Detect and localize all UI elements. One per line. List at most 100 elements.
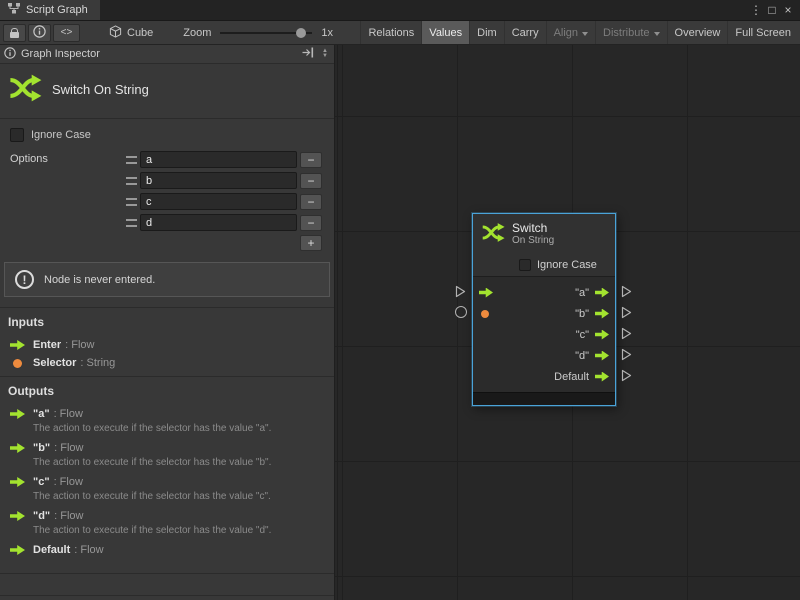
output-port-label: Default xyxy=(495,371,589,383)
remove-option-button[interactable]: − xyxy=(300,194,322,210)
flow-output-port[interactable] xyxy=(595,372,609,382)
port-marker-triangle[interactable] xyxy=(621,369,632,385)
node-subtitle: On String xyxy=(512,235,554,247)
scrollbar-down-icon[interactable]: ▼ xyxy=(322,54,328,59)
flow-output-port[interactable] xyxy=(595,351,609,361)
dock-icon[interactable] xyxy=(302,47,315,61)
option-row: − xyxy=(126,193,322,210)
toolbar-button-values[interactable]: Values xyxy=(421,21,469,44)
output-port-label: "b" xyxy=(495,308,589,320)
ignore-case-label: Ignore Case xyxy=(31,129,91,141)
ignore-case-checkbox[interactable] xyxy=(519,259,531,271)
inspector-toggle-button[interactable] xyxy=(28,24,51,42)
cube-icon xyxy=(109,25,122,41)
script-graph-icon xyxy=(8,3,20,17)
outputs-header: Outputs xyxy=(0,384,334,405)
remove-option-button[interactable]: − xyxy=(300,215,322,231)
remove-option-button[interactable]: − xyxy=(300,173,322,189)
port-marker-triangle[interactable] xyxy=(621,348,632,364)
port-row: "d" xyxy=(473,345,615,366)
main-area: Graph Inspector ▲ ▼ Switch On String xyxy=(0,45,800,600)
port-marker-triangle[interactable] xyxy=(455,285,466,301)
output-description: The action to execute if the selector ha… xyxy=(0,423,334,439)
toolbar-button-carry[interactable]: Carry xyxy=(504,21,546,44)
switch-node[interactable]: Switch On String Ignore Case "a" xyxy=(472,213,616,406)
port-marker-triangle[interactable] xyxy=(621,285,632,301)
ignore-case-checkbox[interactable] xyxy=(10,128,24,142)
tab-title: Script Graph xyxy=(26,4,88,16)
flow-output-port[interactable] xyxy=(595,288,609,298)
zoom-control: Zoom 1x xyxy=(178,27,338,39)
option-row: − xyxy=(126,214,322,231)
inspector-title: Graph Inspector xyxy=(21,48,100,60)
close-icon[interactable]: × xyxy=(780,3,796,17)
flow-arrow-icon xyxy=(10,477,25,487)
port-marker-circle[interactable] xyxy=(455,306,467,318)
node-title: Switch xyxy=(512,222,554,235)
lock-button[interactable] xyxy=(3,24,26,42)
output-row: "a": Flow xyxy=(0,405,334,423)
output-type: : Flow xyxy=(74,544,103,556)
output-type: : Flow xyxy=(54,476,83,488)
string-dot-icon xyxy=(13,359,22,368)
node-ports: "a" "b" "c" "d" xyxy=(473,277,615,392)
titlebar: Script Graph ⋮ □ × xyxy=(0,0,800,21)
ignore-case-label: Ignore Case xyxy=(537,259,597,271)
ignore-case-row: Ignore Case xyxy=(0,119,334,145)
input-name: Enter xyxy=(33,339,61,351)
option-input[interactable] xyxy=(140,214,297,231)
toolbar-button-relations[interactable]: Relations xyxy=(360,21,421,44)
option-input[interactable] xyxy=(140,151,297,168)
zoom-value: 1x xyxy=(321,27,333,39)
port-marker-triangle[interactable] xyxy=(621,327,632,343)
flow-input-port[interactable] xyxy=(479,288,493,298)
drag-handle-icon[interactable] xyxy=(126,156,137,164)
graph-canvas[interactable]: Switch On String Ignore Case "a" xyxy=(335,45,800,600)
window-menu-kebab-icon[interactable]: ⋮ xyxy=(748,3,764,17)
option-input[interactable] xyxy=(140,172,297,189)
toolbar-button-overview[interactable]: Overview xyxy=(667,21,728,44)
output-description: The action to execute if the selector ha… xyxy=(0,491,334,507)
graph-toolbar: <> Cube Zoom 1x Relations Values Dim Car… xyxy=(0,21,800,45)
info-icon xyxy=(33,25,46,41)
drag-handle-icon[interactable] xyxy=(126,198,137,206)
toolbar-button-distribute[interactable]: Distribute xyxy=(595,21,666,44)
inspector-footer xyxy=(0,595,334,600)
output-name: "b" xyxy=(33,442,50,454)
info-icon xyxy=(4,47,16,62)
toolbar-button-full-screen[interactable]: Full Screen xyxy=(727,21,798,44)
option-input[interactable] xyxy=(140,193,297,210)
output-description: The action to execute if the selector ha… xyxy=(0,457,334,473)
warning-text: Node is never entered. xyxy=(44,274,155,286)
remove-option-button[interactable]: − xyxy=(300,152,322,168)
zoom-slider[interactable] xyxy=(220,32,312,34)
toolbar-button-dim[interactable]: Dim xyxy=(469,21,504,44)
input-name: Selector xyxy=(33,357,76,369)
output-port-label: "a" xyxy=(495,287,589,299)
selector-input-port[interactable] xyxy=(481,310,489,318)
maximize-icon[interactable]: □ xyxy=(764,3,780,17)
node-footer xyxy=(473,392,615,405)
drag-handle-icon[interactable] xyxy=(126,177,137,185)
code-view-button[interactable]: <> xyxy=(53,24,80,42)
flow-output-port[interactable] xyxy=(595,330,609,340)
switch-icon xyxy=(8,73,42,106)
options-label: Options xyxy=(10,151,48,251)
toolbar-buttons: Relations Values Dim Carry Align Distrib… xyxy=(360,21,798,44)
warning-icon: ! xyxy=(15,270,34,289)
toolbar-button-align[interactable]: Align xyxy=(546,21,595,44)
zoom-handle[interactable] xyxy=(296,28,306,38)
warning-box: ! Node is never entered. xyxy=(4,262,330,297)
flow-output-port[interactable] xyxy=(595,309,609,319)
port-marker-triangle[interactable] xyxy=(621,306,632,322)
output-type: : Flow xyxy=(54,442,83,454)
option-row: − xyxy=(126,172,322,189)
output-type: : Flow xyxy=(54,510,83,522)
flow-arrow-icon xyxy=(10,511,25,521)
output-port-label: "d" xyxy=(495,350,589,362)
graph-target[interactable]: Cube xyxy=(109,25,158,41)
inspected-node-title-section: Switch On String xyxy=(0,64,334,119)
drag-handle-icon[interactable] xyxy=(126,219,137,227)
tab-script-graph[interactable]: Script Graph xyxy=(0,0,100,20)
add-option-button[interactable]: + xyxy=(300,235,322,251)
